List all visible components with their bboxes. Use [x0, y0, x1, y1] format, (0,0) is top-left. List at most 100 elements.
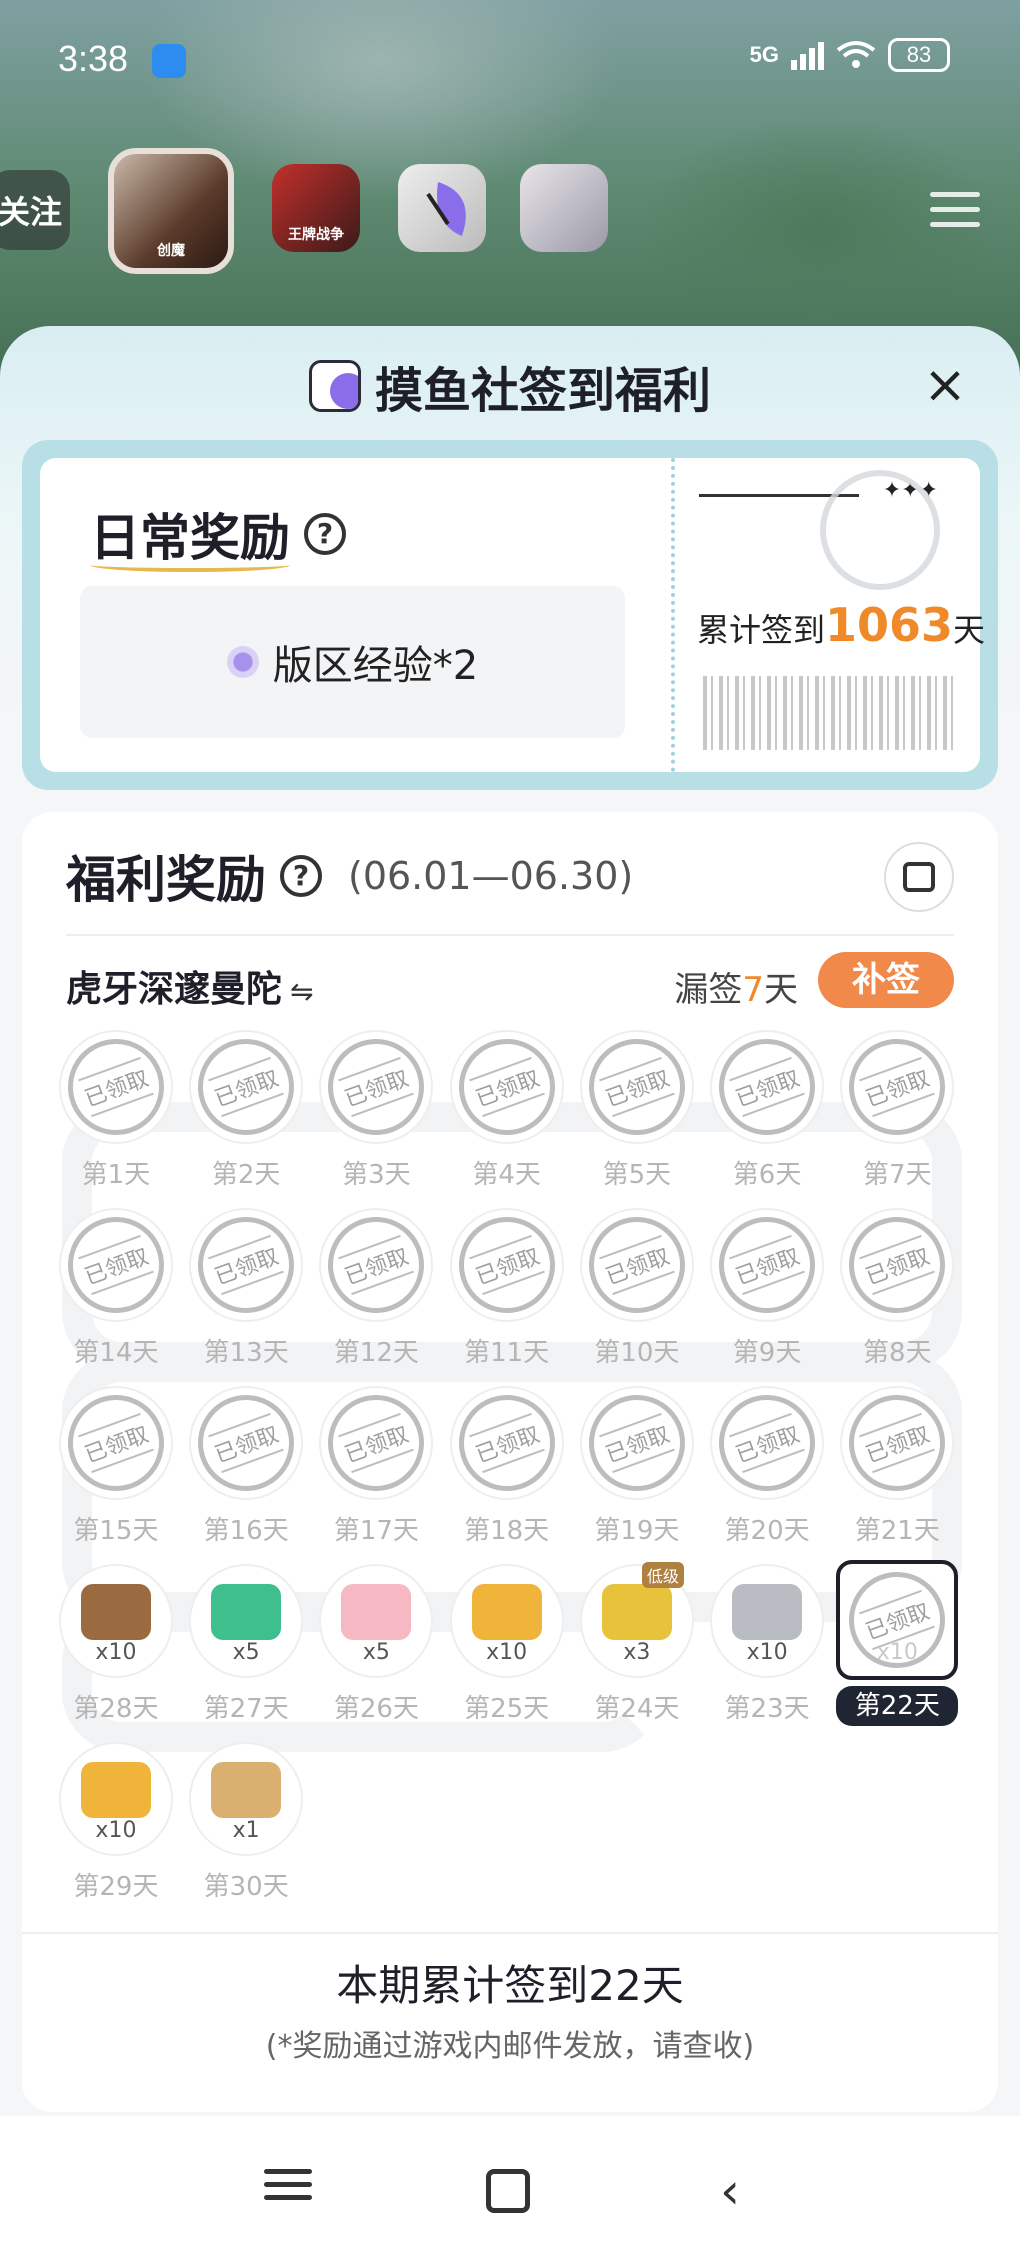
reward-item-icon: [601, 1584, 672, 1640]
wifi-icon: [836, 40, 876, 70]
day-label: 第7天: [863, 1160, 932, 1190]
period-summary: 本期累计签到22天 (*奖励通过游戏内邮件发放，请查收): [22, 1952, 998, 2065]
exp-badge-icon: [226, 646, 259, 678]
title-underline: [90, 558, 290, 572]
help-icon[interactable]: ?: [280, 855, 322, 897]
recent-apps-button[interactable]: [258, 2161, 318, 2221]
claimed-stamp-icon: 已领取: [198, 1039, 295, 1135]
back-button[interactable]: ‹: [700, 2161, 760, 2221]
claimed-text: 已领取: [208, 1234, 285, 1296]
day-cell[interactable]: 已领取 第19天: [572, 1388, 702, 1558]
claimed-stamp-icon: 已领取: [67, 1217, 164, 1313]
day-cell[interactable]: 已领取第14天: [51, 1210, 181, 1380]
divider: [22, 1932, 998, 1934]
day-label: 第30天: [203, 1872, 289, 1902]
day-cell[interactable]: 已领取 第5天: [572, 1032, 702, 1202]
reward-quantity: x10: [95, 1818, 137, 1843]
day-label: 第25天: [464, 1694, 550, 1724]
moyu-logo-icon: [308, 360, 361, 412]
fish-logo-icon: [426, 182, 466, 236]
claimed-text: 已领取: [78, 1056, 154, 1118]
day-label: 第24天: [594, 1694, 680, 1724]
day-cell[interactable]: 已领取 第16天: [181, 1388, 311, 1558]
claimed-stamp-icon: 已领取: [719, 1039, 816, 1135]
day-cell[interactable]: 已领取 第18天: [442, 1388, 572, 1558]
checkin-sheet: 摸鱼社签到福利 × 日常奖励 ? 版区经验*2 ✦✦✦ 累计签到1063天 福利…: [0, 326, 1020, 2116]
help-icon[interactable]: ?: [304, 513, 346, 555]
reward-item-icon: [211, 1584, 282, 1640]
day-cell[interactable]: 已领取 第2天: [181, 1032, 311, 1202]
day-cell[interactable]: 已领取 第12天: [311, 1210, 441, 1380]
day-cell[interactable]: 已领取 第11天: [442, 1210, 572, 1380]
makeup-checkin-button[interactable]: 补签: [818, 952, 954, 1008]
status-bar: 3:38 5G 83: [0, 0, 1020, 120]
day-label: 第3天: [342, 1160, 411, 1190]
claimed-stamp-icon: 已领取: [849, 1395, 946, 1491]
day-cell[interactable]: 已领取 第4天: [442, 1032, 572, 1202]
day-cell[interactable]: x10 第28天: [51, 1566, 181, 1736]
day-label: 第15天: [73, 1516, 159, 1546]
missed-days: 漏签7天: [674, 962, 798, 1011]
day-cell[interactable]: 已领取 第9天: [702, 1210, 832, 1380]
claimed-text: 已领取: [729, 1412, 805, 1474]
hamburger-menu-icon[interactable]: [930, 192, 980, 232]
day-cell[interactable]: 已领取第7天: [832, 1032, 962, 1202]
close-button[interactable]: ×: [920, 359, 970, 411]
claimed-stamp-icon: 已领取: [588, 1039, 685, 1135]
day-cell[interactable]: 已领取 第10天: [572, 1210, 702, 1380]
day-label: 第22天: [836, 1686, 959, 1726]
reward-item-icon: [211, 1762, 282, 1818]
reward-item-icon: [341, 1584, 412, 1640]
day-reward-coin: 已领取: [451, 1210, 562, 1320]
claimed-text: 已领取: [598, 1056, 675, 1118]
day-cell[interactable]: x5 第26天: [311, 1566, 441, 1736]
day-reward-coin: 已领取: [60, 1388, 171, 1498]
game-tile[interactable]: 王牌战争: [272, 164, 360, 252]
home-button[interactable]: [478, 2161, 538, 2221]
day-reward-coin: 已领取: [321, 1388, 432, 1498]
day-cell[interactable]: 已领取 第17天: [311, 1388, 441, 1558]
game-tile[interactable]: [520, 164, 608, 252]
day-cell[interactable]: 已领取 x10 第22天: [832, 1560, 962, 1736]
day-cell[interactable]: x10 第25天: [442, 1566, 572, 1736]
reward-item-icon: [471, 1584, 542, 1640]
day-cell[interactable]: 已领取 第3天: [311, 1032, 441, 1202]
game-tile-label: 创魔: [157, 243, 185, 259]
reward-quantity: x10: [95, 1640, 137, 1665]
day-label: 第18天: [464, 1516, 550, 1546]
claimed-stamp-icon: 已领取: [198, 1217, 295, 1313]
day-reward-coin: 已领取: [712, 1032, 823, 1142]
follow-button[interactable]: 关注: [0, 170, 70, 250]
day-cell[interactable]: 已领取第15天: [51, 1388, 181, 1558]
day-cell[interactable]: x10 第23天: [702, 1566, 832, 1736]
day-cell[interactable]: x10 第29天: [51, 1744, 181, 1914]
day-cell[interactable]: x5 第27天: [181, 1566, 311, 1736]
day-label: 第14天: [73, 1338, 159, 1368]
cumulative-days: 1063: [825, 598, 954, 652]
daily-ticket: 日常奖励 ? 版区经验*2 ✦✦✦ 累计签到1063天: [22, 440, 998, 790]
game-tile[interactable]: [398, 164, 486, 252]
reward-quantity: x10: [876, 1640, 918, 1665]
day-cell[interactable]: 已领取 第21天: [832, 1388, 962, 1558]
claimed-stamp-icon: 已领取: [849, 1217, 946, 1313]
day-cell[interactable]: 已领取 第6天: [702, 1032, 832, 1202]
daily-reward-box: 版区经验*2: [80, 586, 625, 738]
swap-icon: ⇋: [290, 975, 314, 1008]
day-cell[interactable]: 已领取 第13天: [181, 1210, 311, 1380]
day-cell[interactable]: 已领取 第20天: [702, 1388, 832, 1558]
day-cell[interactable]: 低级 x3 第24天: [572, 1562, 702, 1736]
calendar-history-button[interactable]: [884, 842, 954, 912]
day-cell[interactable]: 已领取 第8天: [832, 1210, 962, 1380]
day-cell[interactable]: x1 第30天: [181, 1744, 311, 1914]
reward-item-name[interactable]: 虎牙深邃曼陀 ⇋: [66, 960, 313, 1012]
claimed-text: 已领取: [208, 1056, 285, 1118]
game-tile-active[interactable]: 创魔: [108, 148, 234, 274]
day-reward-coin: 已领取: [842, 1032, 953, 1142]
battery-icon: 83: [888, 38, 950, 72]
claimed-text: 已领取: [598, 1412, 675, 1474]
reward-quantity: x3: [623, 1640, 651, 1665]
quality-tag: 低级: [641, 1562, 684, 1588]
barcode-decoration: [703, 676, 953, 750]
claimed-stamp-icon: 已领取: [328, 1217, 425, 1313]
day-cell[interactable]: 已领取 第1天: [51, 1032, 181, 1202]
